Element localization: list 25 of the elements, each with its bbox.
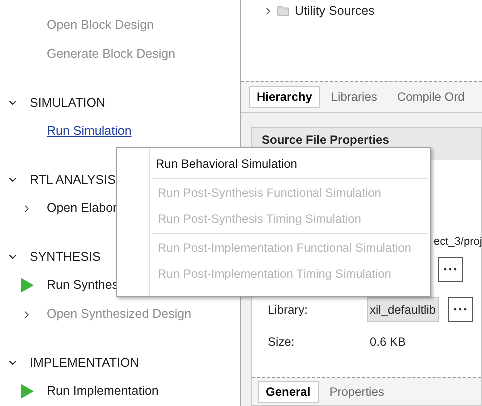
section-title: SIMULATION <box>30 94 106 112</box>
play-icon <box>21 278 34 293</box>
section-title: IMPLEMENTATION <box>30 354 140 372</box>
folder-icon <box>277 4 290 18</box>
tab[interactable]: General <box>258 380 319 402</box>
section-title: RTL ANALYSIS <box>30 172 116 189</box>
field-label: Library: <box>268 302 310 318</box>
field-label: Size: <box>268 334 296 351</box>
flow-item[interactable]: Run Implementation <box>47 382 159 401</box>
tab[interactable]: Properties <box>320 380 394 402</box>
flow-item[interactable]: Run Simulation <box>47 122 132 141</box>
ellipsis-icon <box>454 308 468 311</box>
tab[interactable]: Libraries <box>322 86 386 108</box>
tree-item[interactable]: Utility Sources <box>295 2 375 20</box>
play-icon <box>21 384 34 399</box>
ellipsis-icon <box>444 268 457 271</box>
section-title: SYNTHESIS <box>30 248 101 266</box>
tab[interactable]: Compile Ord <box>388 86 474 108</box>
browse-button[interactable] <box>438 257 463 282</box>
flow-item[interactable]: Open Elabor <box>47 199 118 218</box>
browse-button[interactable] <box>448 297 474 322</box>
size-value: 0.6 KB <box>370 334 406 351</box>
location-value: ect_3/proj <box>434 235 482 250</box>
tab[interactable]: Hierarchy <box>249 86 320 108</box>
library-field[interactable]: xil_defaultlib <box>367 297 440 322</box>
